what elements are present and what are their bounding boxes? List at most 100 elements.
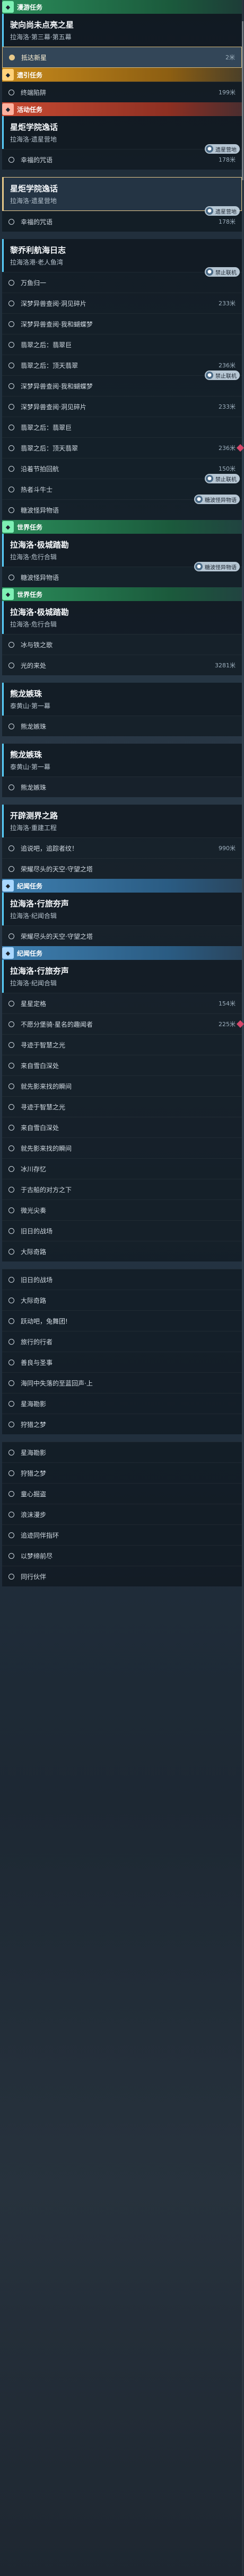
quest-step[interactable]: 熊龙嫉珠 [2, 716, 242, 736]
quest-step[interactable]: 就先影来找的瞬间 [2, 1075, 242, 1096]
step-text: 大际奇路 [21, 1248, 47, 1256]
quest-step[interactable]: 旧日的战场 [2, 1220, 242, 1241]
category-header-season[interactable]: ◆ 纪闻任务 [2, 879, 242, 893]
quest-step[interactable]: 追说吧，追踪者纹！ 990米 [2, 837, 242, 858]
step-bullet-icon [8, 1186, 14, 1193]
step-text: 荣耀尽头的天空·守望之塔 [21, 932, 93, 940]
category-header-world[interactable]: ◆ 世界任务 [2, 587, 242, 601]
step-text: 荣耀尽头的天空·守望之塔 [21, 865, 93, 873]
step-distance: 150米 [219, 465, 236, 472]
quest-step[interactable]: 深梦异兽查阅·我和蝴蝶梦 ● 禁止联机 [2, 370, 242, 396]
quest-step[interactable]: 狩猎之梦 [2, 1462, 242, 1483]
quest-card[interactable]: 开辟测界之路 拉海洛·重建工程 [2, 805, 242, 837]
quest-card[interactable]: 黎乔利航海日志 拉海洛港·老人鱼湾 [2, 239, 242, 272]
quest-card[interactable]: 熊龙嫉珠 泰黄山·第一幕 [2, 683, 242, 716]
quest-step[interactable]: 深梦异兽查阅·洞见碎片 233米 [2, 396, 242, 417]
category-header-world[interactable]: ◆ 世界任务 [2, 520, 242, 534]
quest-card[interactable]: 驶向尚未点亮之星 拉海洛·第三幕·第五幕 [2, 14, 242, 47]
quest-step[interactable]: 寻迹于智慧之光 [2, 1096, 242, 1117]
quest-step[interactable]: 大际奇路 [2, 1290, 242, 1310]
quest-step[interactable]: 微光尖奏 [2, 1199, 242, 1220]
quest-step[interactable]: 来自雪白深处 [2, 1055, 242, 1075]
quest-step[interactable]: 追迹同伴指环 [2, 1524, 242, 1545]
quest-card[interactable]: 星炬学院逸话 拉海洛·遗星营地 [2, 177, 242, 211]
category-header-legend[interactable]: ◆ 遗引任务 [2, 68, 242, 82]
quest-step[interactable]: 大际奇路 [2, 1241, 242, 1261]
step-distance: 225米 [219, 1021, 236, 1028]
quest-step[interactable]: 万鱼归一 ● 禁止联机 [2, 267, 242, 293]
quest-step[interactable]: 来自雪白深处 [2, 1117, 242, 1137]
quest-title: 星炬学院逸话 [10, 122, 58, 132]
quest-step[interactable]: 不愿分堡骑·星名的趣闻者 225米 [2, 1013, 244, 1034]
quest-step[interactable]: 海同中失落的至蓝回声·上 [2, 1372, 242, 1393]
quest-step[interactable]: 翡翠之后：翡翠巨 [2, 417, 242, 437]
quest-step[interactable]: 幸福的咒语 178米 ● 遗星营地 [2, 206, 242, 232]
category-icon: ◆ [2, 947, 14, 959]
quest-step[interactable]: 星海勘影 [2, 1442, 242, 1462]
quest-step[interactable]: 于古船的对方之下 [2, 1179, 242, 1199]
quest-step[interactable]: 善良与圣事 [2, 1352, 242, 1372]
step-text: 糖波怪异物语 [21, 506, 59, 514]
step-bullet-icon [8, 574, 14, 580]
step-text: 大际奇路 [21, 1296, 47, 1304]
step-text: 冰与铁之歌 [21, 641, 53, 649]
step-text: 善良与圣事 [21, 1358, 53, 1366]
quest-step[interactable]: 终端陷阱 199米 [2, 82, 242, 102]
quest-step[interactable]: 星星定格 154米 [2, 993, 242, 1013]
quest-step[interactable]: 旧日的战场 [2, 1269, 242, 1290]
quest-step[interactable]: 糖波怪异物语 ● 糖波怪异物语 [2, 495, 242, 520]
quest-step[interactable]: 以梦缔前尽 [2, 1545, 242, 1566]
quest-step[interactable]: 浪沫漫步 [2, 1504, 242, 1524]
quest-step[interactable]: 星海勘影 [2, 1393, 242, 1414]
quest-card[interactable]: 拉海洛·行旅夯声 拉海洛·纪闻合辑 [2, 960, 242, 993]
step-text: 于古船的对方之下 [21, 1186, 72, 1194]
quest-step[interactable]: 寻迹于智慧之光 [2, 1034, 242, 1055]
quest-card[interactable]: 星炬学院逸话 拉海洛·遗星营地 [2, 116, 242, 149]
category-header-event[interactable]: ◆ 活动任务 [2, 102, 242, 116]
quest-step[interactable]: 冰川存忆 [2, 1158, 242, 1179]
quest-step[interactable]: 幸福的咒语 178米 ● 遗星营地 [2, 144, 242, 170]
step-bullet-icon [8, 1470, 14, 1476]
step-bullet-icon [8, 723, 14, 729]
quest-step[interactable]: 糖波怪异物语 ● 糖波怪异物语 [2, 562, 242, 587]
quest-step[interactable]: 荣耀尽头的天空·守望之塔 [2, 858, 242, 879]
quest-step[interactable]: 翡翠之后：翡翠巨 [2, 334, 242, 355]
quest-step[interactable]: 荣耀尽头的天空·守望之塔 [2, 925, 242, 946]
step-bullet-icon [8, 1228, 14, 1234]
quest-step[interactable]: 深梦异兽查阅·洞见碎片 233米 [2, 293, 242, 313]
quest-title: 拉海洛·极城踏勘 [10, 540, 69, 550]
step-bullet-icon [8, 1318, 14, 1324]
quest-step[interactable]: 抵达新星 2米 [2, 47, 242, 68]
step-bullet-icon [8, 403, 14, 410]
quest-step[interactable]: 同行伙伴 [2, 1566, 242, 1586]
badge-label: 禁止联机 [215, 270, 237, 276]
step-bullet-icon [8, 1338, 14, 1345]
quest-step[interactable]: 翡翠之后：顶天翡翠 236米 [2, 437, 244, 458]
badge-icon: ● [195, 496, 203, 503]
step-distance: 990米 [219, 845, 236, 852]
step-badge: ● 禁止联机 [205, 267, 240, 277]
category-header-world[interactable]: ◆ 漫游任务 [2, 0, 242, 14]
quest-title: 熊龙嫉珠 [10, 689, 42, 699]
step-bullet-icon [8, 784, 14, 790]
quest-card[interactable]: 熊龙嫉珠 泰黄山·第一幕 [2, 744, 242, 777]
quest-step[interactable]: 深梦异兽查阅·我和蝴蝶梦 [2, 313, 242, 334]
quest-card[interactable]: 拉海洛·行旅夯声 拉海洛·纪闻合辑 [2, 893, 242, 925]
badge-icon: ● [195, 563, 203, 570]
step-bullet-icon [8, 445, 14, 451]
category-icon: ◆ [2, 69, 14, 81]
quest-title: 黎乔利航海日志 [10, 245, 66, 255]
quest-card[interactable]: 拉海洛·极城踏勘 拉海洛·危行合辑 [2, 601, 242, 634]
quest-step[interactable]: 旅行的行者 [2, 1331, 242, 1352]
quest-step[interactable]: 跃动吧，兔舞团! [2, 1310, 242, 1331]
step-text: 热者斗牛士 [21, 486, 53, 493]
quest-step[interactable]: 狩猎之梦 [2, 1414, 242, 1434]
quest-step[interactable]: 光的来处 3281米 [2, 655, 242, 675]
category-header-season[interactable]: ◆ 纪闻任务 [2, 946, 242, 960]
quest-step[interactable]: 冰与铁之歌 [2, 634, 242, 655]
quest-step[interactable]: 童心掘盗 [2, 1483, 242, 1504]
step-bullet-icon [8, 1042, 14, 1048]
quest-step[interactable]: 就先影来找的瞬间 [2, 1137, 242, 1158]
quest-step[interactable]: 熊龙嫉珠 [2, 777, 242, 797]
badge-icon: ● [206, 475, 213, 482]
